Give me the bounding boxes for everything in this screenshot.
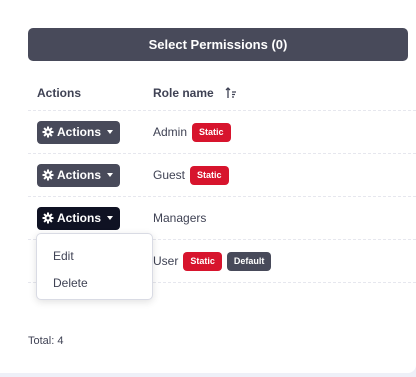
edit-menu-item[interactable]: Edit (37, 242, 152, 269)
gear-icon (42, 126, 54, 138)
row-actions-label: Actions (57, 211, 102, 225)
table-row: Actions Guest Static (28, 154, 416, 197)
role-name: Admin (153, 125, 188, 139)
table-header-row: Actions Role name (28, 76, 416, 111)
caret-down-icon (107, 130, 114, 134)
sort-ascending-icon[interactable] (225, 87, 237, 99)
row-actions-button[interactable]: Actions (37, 163, 121, 187)
role-name: User (153, 254, 179, 268)
delete-menu-item[interactable]: Delete (37, 269, 152, 296)
roles-card: Select Permissions (0) Actions Role name (0, 0, 416, 373)
static-badge: Static (190, 165, 229, 185)
row-actions-button[interactable]: Actions (37, 206, 121, 230)
actions-column-header: Actions (37, 86, 82, 100)
static-badge: Static (192, 122, 231, 142)
role-name-header-label: Role name (153, 86, 214, 100)
caret-down-icon (107, 216, 114, 220)
row-actions-button[interactable]: Actions (37, 120, 121, 144)
default-badge: Default (226, 251, 272, 271)
gear-icon (42, 212, 54, 224)
select-permissions-button[interactable]: Select Permissions (0) (28, 28, 408, 61)
role-name: Managers (153, 211, 207, 225)
role-name: Guest (153, 168, 186, 182)
total-count: Total: 4 (28, 335, 64, 347)
actions-dropdown-menu: Edit Delete (36, 233, 153, 300)
row-actions-label: Actions (57, 168, 102, 182)
select-permissions-label: Select Permissions (0) (148, 37, 288, 52)
table-row: Actions Admin Static (28, 111, 416, 154)
role-name-column-header[interactable]: Role name (153, 76, 237, 110)
static-badge: Static (183, 251, 222, 271)
caret-down-icon (107, 173, 114, 177)
row-actions-label: Actions (57, 125, 102, 139)
gear-icon (42, 169, 54, 181)
